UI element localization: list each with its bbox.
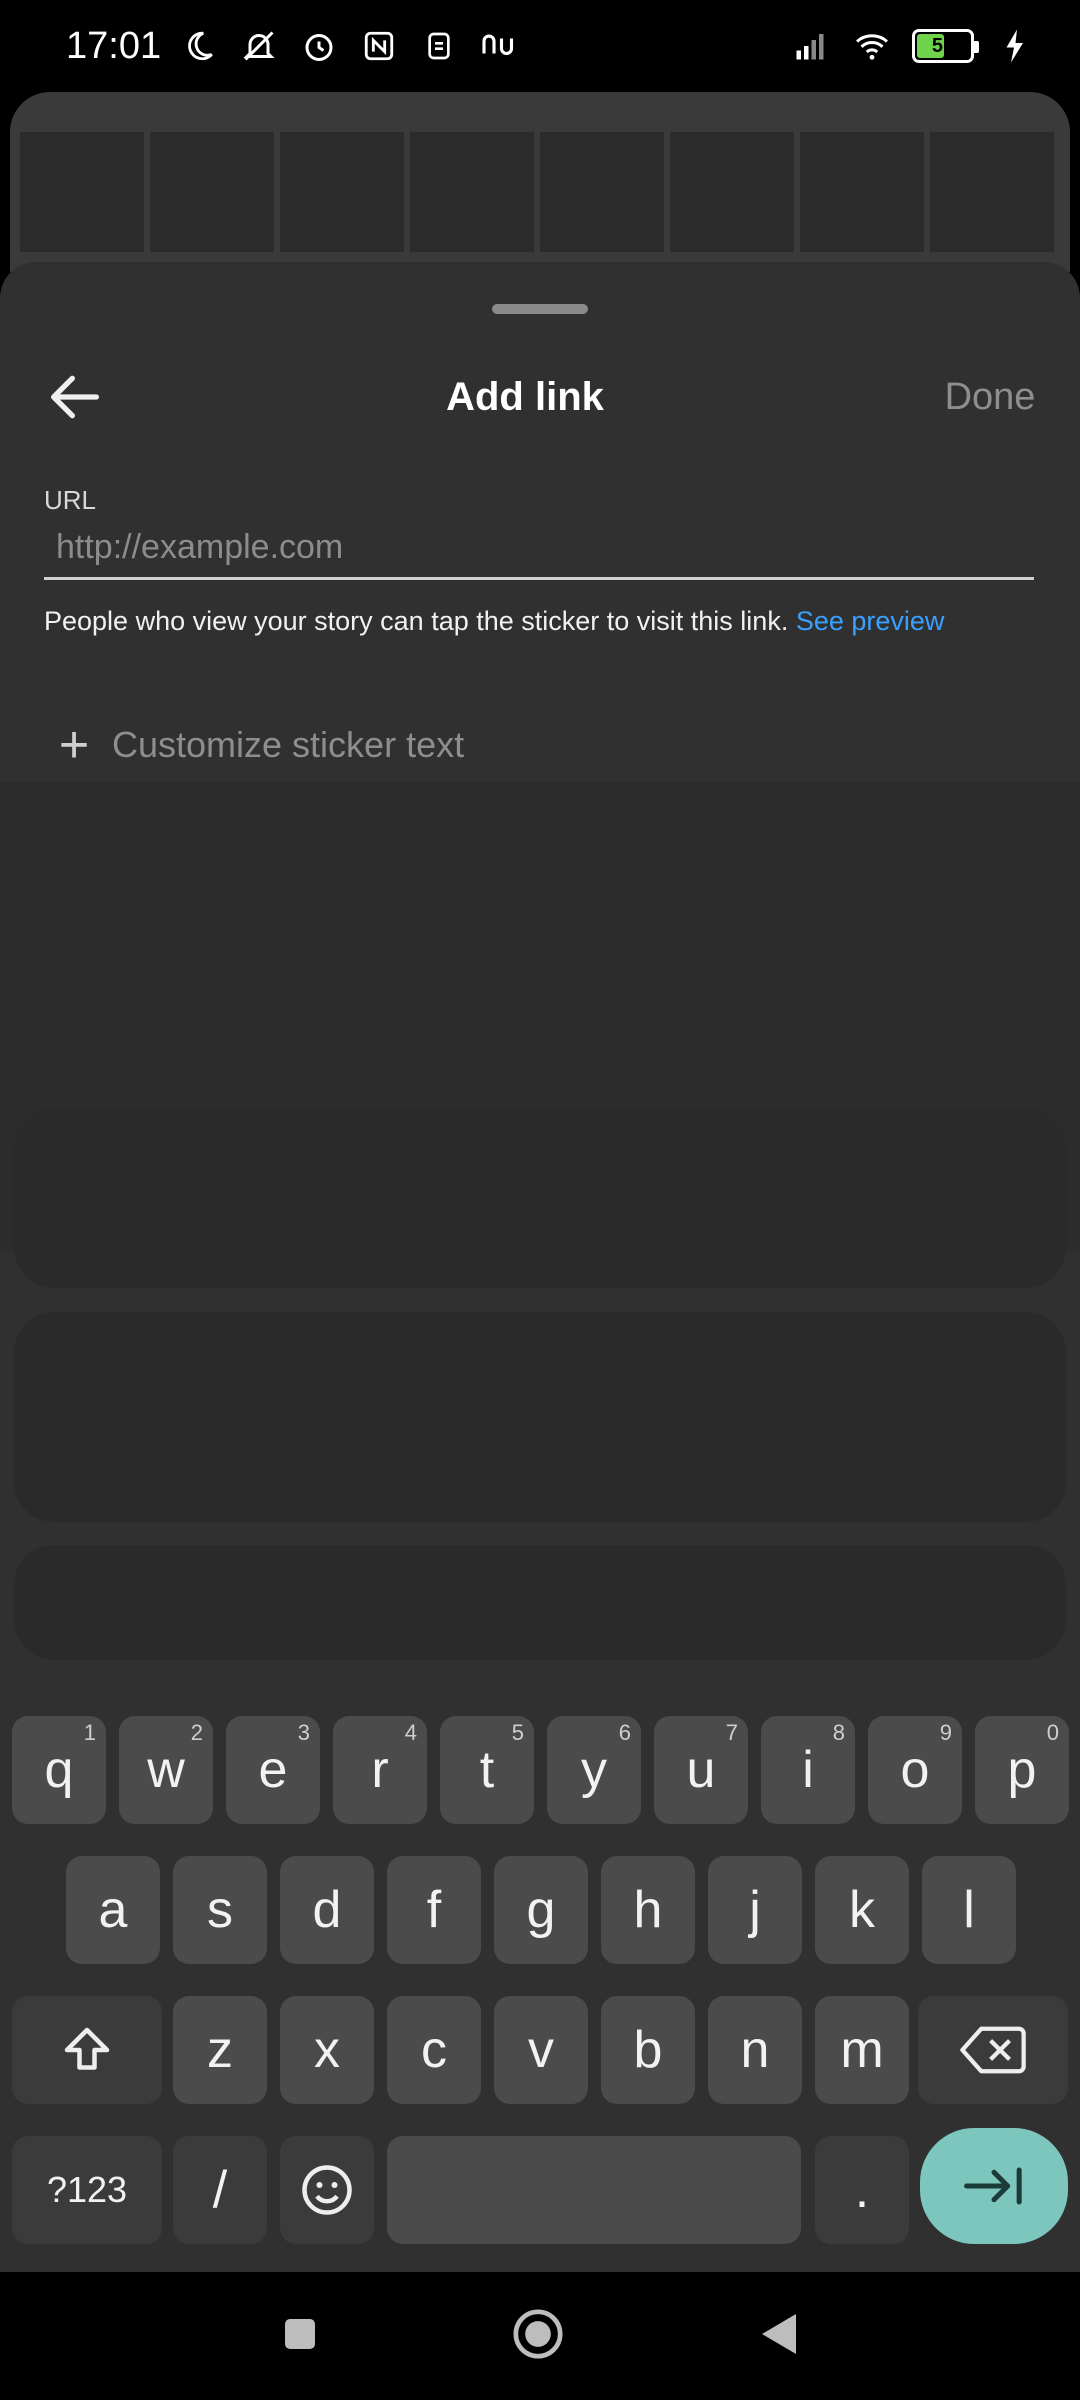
link-form: URL People who view your story can tap t… [44, 482, 1034, 772]
key-c[interactable]: c [387, 1996, 481, 2104]
emoji-key[interactable] [280, 2136, 374, 2244]
nu-icon [477, 24, 521, 68]
customize-sticker-row[interactable]: + Customize sticker text [44, 718, 1034, 772]
charging-icon [992, 24, 1036, 68]
key-y[interactable]: y6 [547, 1716, 641, 1824]
alarm-icon [297, 24, 341, 68]
shift-icon [64, 2027, 110, 2070]
back-nav-button[interactable] [756, 2310, 800, 2363]
arrow-left-icon [51, 375, 99, 419]
helper-text: People who view your story can tap the s… [44, 606, 789, 636]
symbols-key[interactable]: ?123 [12, 2136, 162, 2244]
key-h[interactable]: h [601, 1856, 695, 1964]
space-key[interactable] [387, 2136, 801, 2244]
tab-next-icon [964, 2167, 1022, 2205]
plus-icon: + [58, 716, 90, 774]
see-preview-link[interactable]: See preview [796, 606, 945, 636]
url-input[interactable] [44, 518, 1034, 580]
key-g[interactable]: g [494, 1856, 588, 1964]
background-card-1 [14, 1108, 1066, 1288]
wifi-icon [850, 24, 894, 68]
triangle-back-icon [762, 2313, 796, 2354]
recents-button[interactable] [280, 2314, 320, 2359]
url-label: URL [44, 485, 97, 515]
key-p[interactable]: p0 [975, 1716, 1069, 1824]
key-a[interactable]: a [66, 1856, 160, 1964]
key-d[interactable]: d [280, 1856, 374, 1964]
key-m[interactable]: m [815, 1996, 909, 2104]
key-l[interactable]: l [922, 1856, 1016, 1964]
key-u[interactable]: u7 [654, 1716, 748, 1824]
helper-text-block: People who view your story can tap the s… [44, 602, 1034, 712]
status-right-icons: 51 [788, 24, 1036, 68]
done-button[interactable]: Done [900, 322, 1080, 472]
status-bar: 17:01 51 [0, 0, 1080, 92]
home-circle-icon [513, 2309, 563, 2358]
key-n[interactable]: n [708, 1996, 802, 2104]
emoji-icon [302, 2165, 352, 2215]
sim-icon [417, 24, 461, 68]
shift-key[interactable] [12, 1996, 162, 2104]
sheet-top-bar: Add link Done [0, 322, 1080, 472]
page-title: Add link [446, 374, 604, 419]
key-o[interactable]: o9 [868, 1716, 962, 1824]
backspace-icon [960, 2026, 1026, 2074]
key-k[interactable]: k [815, 1856, 909, 1964]
key-w[interactable]: w2 [119, 1716, 213, 1824]
background-strip [20, 132, 1060, 252]
battery-percent: 51 [931, 34, 955, 57]
next-key[interactable] [920, 2128, 1068, 2244]
system-nav-bar [0, 2272, 1080, 2400]
customize-sticker-label: Customize sticker text [112, 724, 465, 765]
soft-keyboard: q1 w2 e3 r4 t5 y6 u7 i8 o9 p0 a s d f g … [0, 1692, 1080, 2272]
key-x[interactable]: x [280, 1996, 374, 2104]
back-button[interactable] [0, 322, 150, 472]
key-e[interactable]: e3 [226, 1716, 320, 1824]
key-v[interactable]: v [494, 1996, 588, 2104]
key-period[interactable]: . [815, 2136, 909, 2244]
key-t[interactable]: t5 [440, 1716, 534, 1824]
key-s[interactable]: s [173, 1856, 267, 1964]
moon-icon [177, 24, 221, 68]
key-f[interactable]: f [387, 1856, 481, 1964]
key-r[interactable]: r4 [333, 1716, 427, 1824]
background-card-3 [14, 1545, 1066, 1660]
status-left-icons [177, 24, 521, 68]
mute-icon [237, 24, 281, 68]
battery-icon: 51 [912, 29, 979, 63]
key-i[interactable]: i8 [761, 1716, 855, 1824]
key-slash[interactable]: / [173, 2136, 267, 2244]
square-icon [285, 2318, 315, 2349]
background-card-2 [14, 1312, 1066, 1522]
backspace-key[interactable] [918, 1996, 1068, 2104]
signal-icon [788, 24, 832, 68]
key-b[interactable]: b [601, 1996, 695, 2104]
sheet-drag-handle[interactable] [492, 304, 588, 314]
home-button[interactable] [510, 2306, 566, 2367]
key-z[interactable]: z [173, 1996, 267, 2104]
key-j[interactable]: j [708, 1856, 802, 1964]
key-q[interactable]: q1 [12, 1716, 106, 1824]
nfc-icon [357, 24, 401, 68]
status-time: 17:01 [66, 24, 162, 67]
